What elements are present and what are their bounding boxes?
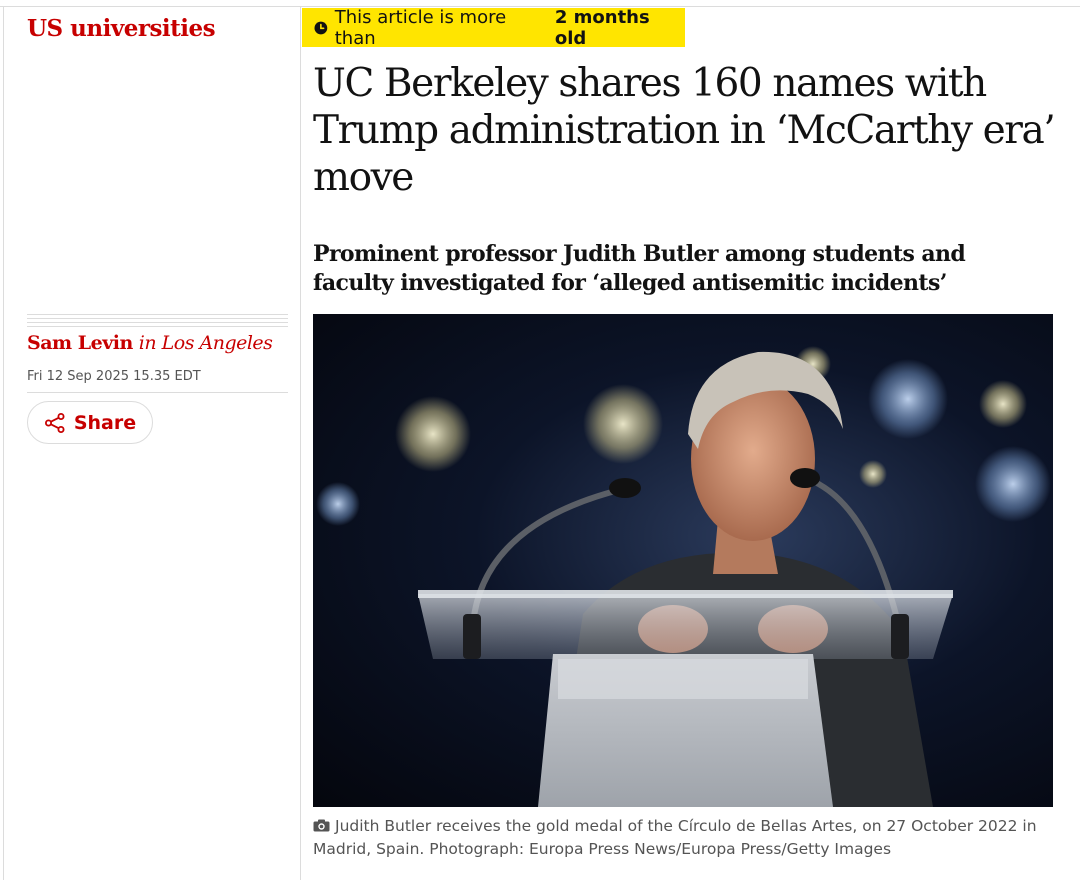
main-photo xyxy=(313,314,1053,807)
photo-caption: Judith Butler receives the gold medal of… xyxy=(313,815,1053,861)
dateline: Fri 12 Sep 2025 15.35 EDT xyxy=(27,369,201,384)
meta-bottom-rule xyxy=(27,392,288,393)
photo-caption-text: Judith Butler receives the gold medal of… xyxy=(313,817,1037,858)
author-link[interactable]: Sam Levin xyxy=(27,332,133,354)
share-icon xyxy=(44,412,65,433)
age-warning-text: This article is more than xyxy=(334,6,507,49)
section-link[interactable]: US universities xyxy=(27,15,216,42)
meta-top-rules xyxy=(27,314,288,330)
photo-illustration xyxy=(316,346,1051,807)
headline: UC Berkeley shares 160 names with Trump … xyxy=(313,61,1056,200)
standfirst: Prominent professor Judith Butler among … xyxy=(313,241,966,296)
age-warning-emphasis: 2 months old xyxy=(554,6,650,49)
clock-icon xyxy=(314,21,328,34)
share-label: Share xyxy=(73,411,137,434)
left-rule xyxy=(3,7,4,880)
byline: Sam Levin in Los Angeles xyxy=(27,332,273,354)
byline-location: in Los Angeles xyxy=(138,332,273,354)
column-divider xyxy=(300,7,301,880)
camera-icon xyxy=(313,819,330,832)
age-warning-banner: This article is more than 2 months old xyxy=(302,6,685,49)
share-button[interactable]: Share xyxy=(27,401,153,444)
